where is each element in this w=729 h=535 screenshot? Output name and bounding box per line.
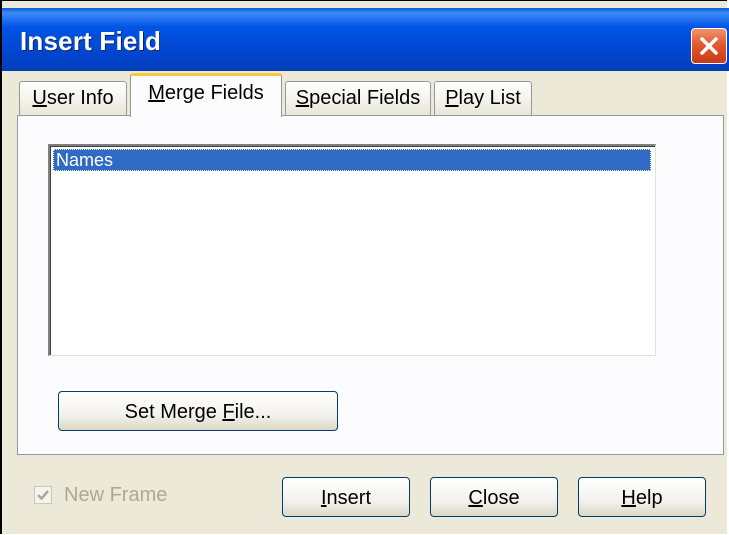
tab-label-mnemonic: U xyxy=(32,87,47,109)
merge-fields-listbox[interactable]: Names xyxy=(48,144,656,356)
button-label: elp xyxy=(635,487,663,509)
list-item-names[interactable]: Names xyxy=(53,149,651,171)
tab-play-list[interactable]: Play List xyxy=(434,81,532,115)
insert-button[interactable]: Insert xyxy=(282,477,410,517)
close-x-icon xyxy=(700,37,718,55)
insert-field-dialog: Insert Field User Info Merge Fields Spec… xyxy=(0,0,729,534)
checkmark-icon xyxy=(37,490,49,501)
tab-label: ser Info xyxy=(46,87,114,109)
tab-label-mnemonic: M xyxy=(148,82,165,104)
tab-label: pecial Fields xyxy=(309,87,421,109)
tab-label: lay List xyxy=(458,87,521,109)
tab-special-fields[interactable]: Special Fields xyxy=(285,81,431,115)
close-window-button[interactable] xyxy=(691,28,727,64)
tab-merge-fields[interactable]: Merge Fields xyxy=(130,73,282,117)
tab-label-mnemonic: S xyxy=(295,87,310,109)
tab-user-info[interactable]: User Info xyxy=(19,81,127,115)
tab-label: erge Fields xyxy=(164,82,264,104)
window-title: Insert Field xyxy=(20,26,162,56)
new-frame-label: New Frame xyxy=(64,484,168,506)
title-bar[interactable]: Insert Field xyxy=(2,8,729,71)
new-frame-checkbox[interactable] xyxy=(34,486,52,504)
merge-fields-panel: Names Set Merge File... xyxy=(17,115,724,455)
set-merge-file-button[interactable]: Set Merge File... xyxy=(58,391,338,431)
help-button[interactable]: Help xyxy=(578,477,706,517)
button-label-mnemonic: F xyxy=(222,401,235,423)
button-label: nsert xyxy=(326,487,372,509)
button-label-mnemonic: C xyxy=(468,487,483,509)
button-label-mnemonic: H xyxy=(621,487,636,509)
button-label: lose xyxy=(482,487,520,509)
button-label: Set Merge xyxy=(124,401,223,423)
button-label: ile... xyxy=(234,401,272,423)
tab-label-mnemonic: P xyxy=(445,87,459,109)
close-button[interactable]: Close xyxy=(430,477,558,517)
